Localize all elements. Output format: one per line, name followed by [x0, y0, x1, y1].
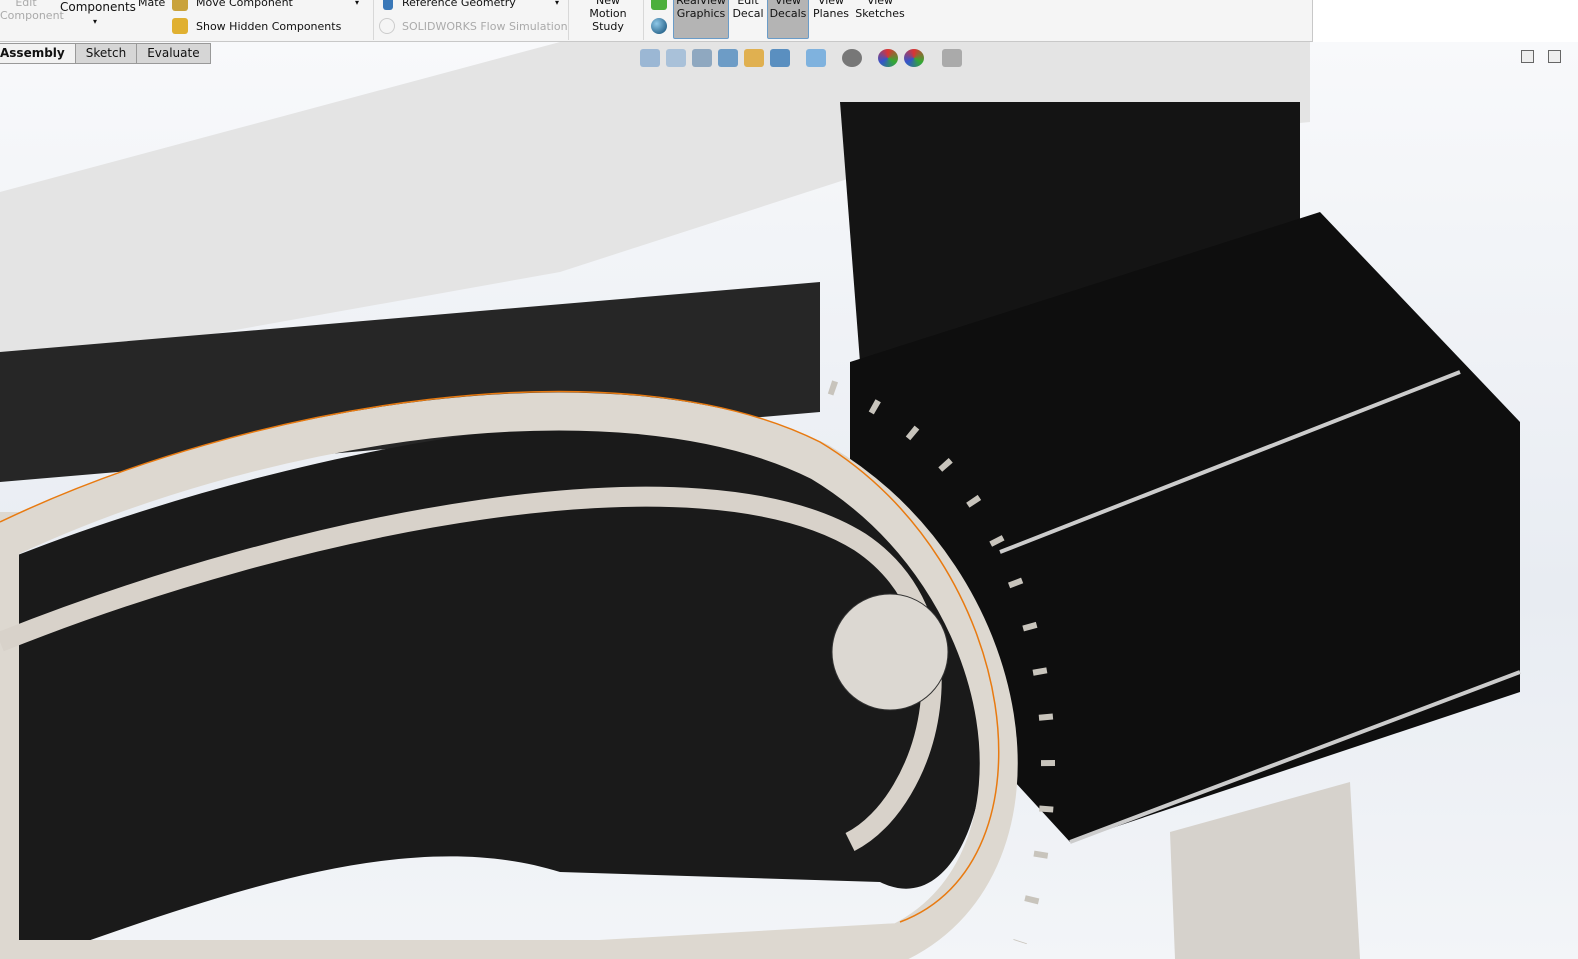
- flow-simulation-label: SOLIDWORKS Flow Simulation: [402, 20, 568, 33]
- show-hidden-components-button[interactable]: Show Hidden Components: [196, 20, 341, 33]
- new-motion-study-button[interactable]: New Motion Study: [582, 0, 634, 33]
- chevron-down-icon[interactable]: ▾: [555, 0, 559, 9]
- view-decals-button[interactable]: View Decals: [767, 0, 809, 39]
- components-label: Components: [60, 0, 136, 14]
- upper-housing: [0, 42, 1310, 372]
- previous-view-icon[interactable]: [692, 49, 712, 67]
- edit-appearance-icon[interactable]: [878, 49, 898, 67]
- step-band: [850, 212, 1520, 842]
- view-sketches-button[interactable]: View Sketches: [855, 0, 905, 20]
- view-orientation-icon[interactable]: [770, 49, 790, 67]
- collapse-left-panel-icon[interactable]: [1521, 50, 1534, 63]
- display-style-icon[interactable]: [806, 49, 826, 67]
- show-hidden-icon: [172, 18, 188, 34]
- section-view-icon[interactable]: [718, 49, 738, 67]
- edit-decal-button[interactable]: Edit Decal: [731, 0, 765, 20]
- reference-geometry-label: Reference Geometry: [402, 0, 516, 9]
- view-sketches-label: View Sketches: [855, 0, 905, 20]
- command-manager: Edit Component Components ▾ Mate Move Com…: [0, 0, 1313, 42]
- view-decals-label: View Decals: [769, 0, 807, 20]
- step-axle: [1069, 670, 1521, 844]
- realview-label: RealView Graphics: [676, 0, 726, 20]
- view-planes-button[interactable]: View Planes: [812, 0, 850, 20]
- tab-assembly[interactable]: Assembly: [0, 43, 76, 64]
- collapse-right-panel-icon[interactable]: [1548, 50, 1561, 63]
- zoom-to-fit-icon[interactable]: [640, 49, 660, 67]
- realview-icon: [651, 0, 667, 10]
- mate-button[interactable]: Mate: [138, 0, 165, 9]
- hide-show-items-icon[interactable]: [842, 49, 862, 67]
- support-column: [1170, 782, 1360, 959]
- view-planes-label: View Planes: [813, 0, 849, 20]
- realview-graphics-button[interactable]: RealView Graphics: [673, 0, 729, 39]
- reference-geometry-button[interactable]: Reference Geometry: [402, 0, 516, 9]
- skirt-panel: [0, 282, 820, 482]
- edit-component-label: Edit Component: [0, 0, 64, 22]
- tab-evaluate[interactable]: Evaluate: [137, 43, 211, 64]
- reference-geometry-icon: [383, 0, 393, 10]
- flow-simulation-button[interactable]: SOLIDWORKS Flow Simulation: [402, 20, 568, 33]
- edit-component-button[interactable]: Edit Component: [0, 0, 64, 22]
- truss-dark: [0, 421, 985, 959]
- move-component-icon: [172, 0, 188, 11]
- show-hidden-label: Show Hidden Components: [196, 20, 342, 33]
- drive-sprocket: [831, 593, 949, 711]
- chevron-down-icon[interactable]: ▾: [355, 0, 359, 9]
- mate-label: Mate: [138, 0, 166, 9]
- view-settings-icon[interactable]: [942, 49, 962, 67]
- edit-decal-label: Edit Decal: [732, 0, 764, 20]
- flow-simulation-icon: [379, 18, 395, 34]
- handrail-guide: [0, 392, 1018, 959]
- move-component-label: Move Component: [196, 0, 293, 9]
- heads-up-toolbar: [640, 47, 962, 69]
- graphics-area[interactable]: [0, 42, 1578, 959]
- command-tabs: Assembly Sketch Evaluate: [0, 43, 211, 64]
- upper-steps: [840, 102, 1300, 362]
- tab-sketch[interactable]: Sketch: [75, 43, 138, 64]
- escalator-model: [0, 42, 1521, 959]
- new-motion-study-label: New Motion Study: [589, 0, 627, 33]
- selection-outline: [0, 390, 1000, 923]
- appearance-sphere-icon[interactable]: [651, 18, 667, 34]
- step-axle: [999, 370, 1461, 554]
- move-component-button[interactable]: Move Component: [196, 0, 293, 9]
- dynamic-annotation-icon[interactable]: [744, 49, 764, 67]
- step-chain: [827, 380, 1055, 945]
- zoom-to-area-icon[interactable]: [666, 49, 686, 67]
- apply-scene-icon[interactable]: [904, 49, 924, 67]
- inner-track: [0, 486, 942, 851]
- components-button[interactable]: Components ▾: [60, 1, 136, 28]
- chevron-down-icon: ▾: [92, 17, 97, 26]
